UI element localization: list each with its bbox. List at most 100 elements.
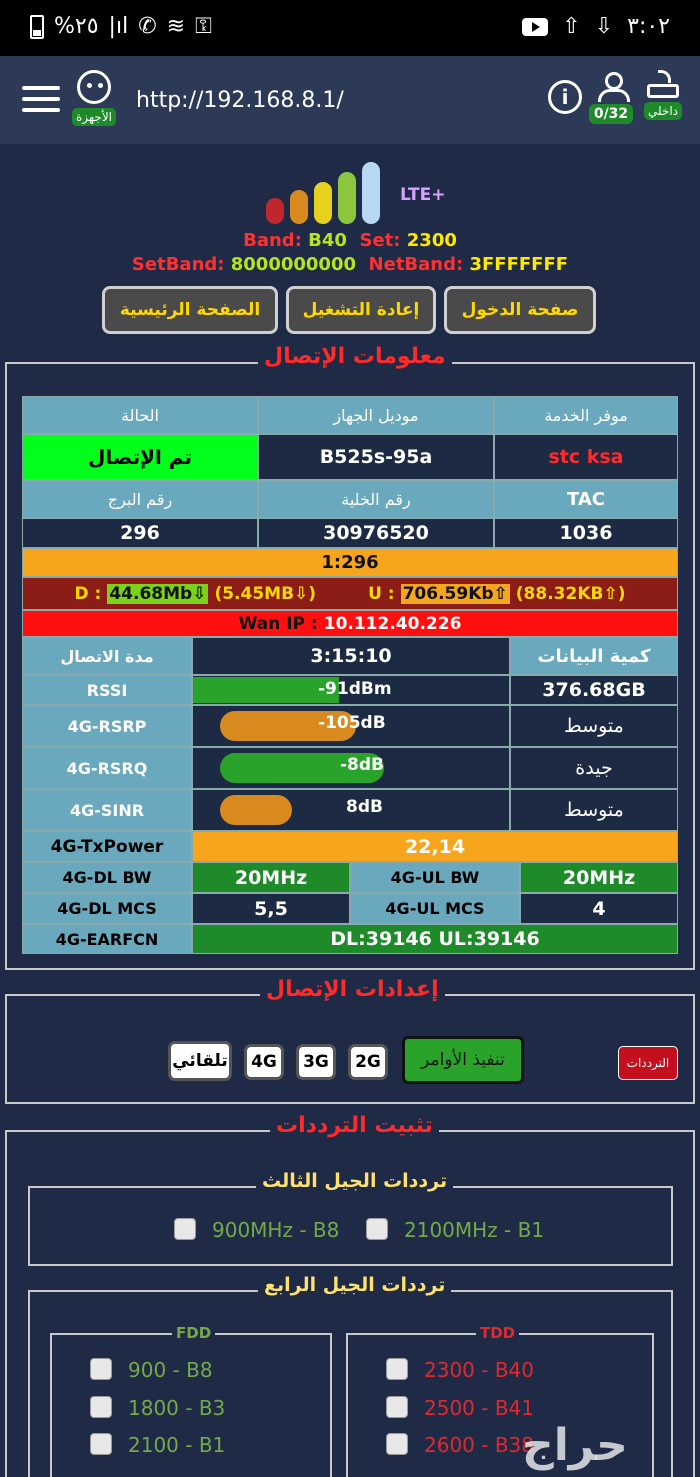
status-bar: %٢٥ |ıl ✆ ≋ ⚿ ⇧ ⇩ ٣:٠٢ bbox=[0, 0, 700, 56]
download-total: (5.45MB⇩) bbox=[214, 583, 317, 604]
wan-label: Wan IP : bbox=[238, 613, 318, 634]
setband-label: SetBand: bbox=[131, 254, 225, 275]
rsrq-label: 4G-RSRQ bbox=[22, 747, 192, 789]
rsrp-value: -105dB bbox=[318, 713, 386, 733]
data-amount-value: 376.68GB bbox=[510, 675, 678, 705]
haraj-watermark: حراج bbox=[522, 1420, 628, 1471]
sinr-bar bbox=[220, 795, 292, 825]
ulbw-value: 20MHz bbox=[520, 862, 678, 893]
login-button[interactable]: صفحة الدخول bbox=[444, 286, 596, 334]
status-header: الحالة bbox=[22, 396, 258, 434]
user-icon bbox=[598, 72, 630, 102]
3g-b1-label: 2100MHz - B1 bbox=[404, 1218, 545, 1242]
tdd-b40-checkbox[interactable] bbox=[386, 1358, 408, 1380]
4g-button[interactable]: 4G bbox=[244, 1044, 284, 1080]
3g-frequencies-panel bbox=[28, 1186, 673, 1266]
rssi-value: -91dBm bbox=[318, 679, 392, 699]
download-icon: ⇩ bbox=[594, 14, 614, 39]
users-count: 0/32 bbox=[588, 104, 634, 124]
tdd-b41-label: 2500 - B41 bbox=[424, 1396, 534, 1420]
3g-frequencies-title: ترددات الجيل الثالث bbox=[256, 1170, 454, 1192]
rsrq-value: -8dB bbox=[340, 755, 385, 775]
upload-rate: 706.59Kb⇧ bbox=[400, 583, 510, 604]
clock: ٣:٠٢ bbox=[627, 14, 670, 39]
fdd-b1-label: 2100 - B1 bbox=[128, 1433, 226, 1457]
cell-header: رقم الخلية bbox=[258, 480, 494, 518]
tac-header: TAC bbox=[494, 480, 678, 518]
duration-value: 3:15:10 bbox=[192, 637, 510, 675]
face-icon bbox=[77, 70, 111, 104]
upload-total: (88.32KB⇧) bbox=[515, 583, 626, 604]
auto-button[interactable]: تلقائي bbox=[168, 1041, 232, 1081]
download-rate: 44.68Mb⇩ bbox=[107, 583, 209, 604]
upload-label: U : bbox=[368, 583, 395, 604]
network-type: LTE+ bbox=[400, 185, 446, 205]
rssi-label: RSSI bbox=[22, 675, 192, 705]
connection-info-title: معلومات الإتصال bbox=[258, 344, 452, 369]
signal-bar-3 bbox=[314, 182, 332, 224]
duration-label: مدة الاتصال bbox=[22, 637, 192, 675]
3g-b8-checkbox[interactable] bbox=[174, 1218, 196, 1240]
netband-value: 3FFFFFFF bbox=[469, 254, 569, 275]
router-icon bbox=[647, 70, 679, 98]
home-button[interactable]: الصفحة الرئيسية bbox=[102, 286, 278, 334]
fdd-b1-checkbox[interactable] bbox=[90, 1433, 112, 1455]
dlmcs-value: 5,5 bbox=[192, 893, 350, 924]
rsrp-quality: متوسط bbox=[510, 705, 678, 747]
dlbw-value: 20MHz bbox=[192, 862, 350, 893]
model-header: موديل الجهاز bbox=[258, 396, 494, 434]
devices-label: الأجهزة bbox=[71, 108, 117, 126]
dlbw-label: 4G-DL BW bbox=[22, 862, 192, 893]
2g-button[interactable]: 2G bbox=[348, 1044, 388, 1080]
fdd-b8-label: 900 - B8 bbox=[128, 1358, 213, 1382]
signal-bar-2 bbox=[290, 190, 308, 224]
fdd-label: FDD bbox=[172, 1324, 216, 1342]
app-header: الأجهزة http://192.168.8.1/ i 0/32 داخلي bbox=[0, 56, 700, 144]
3g-button[interactable]: 3G bbox=[296, 1044, 336, 1080]
url-text: http://192.168.8.1/ bbox=[136, 88, 344, 113]
youtube-icon bbox=[522, 17, 549, 36]
sinr-quality: متوسط bbox=[510, 789, 678, 831]
set-value: 2300 bbox=[406, 230, 457, 251]
band-line: Band: B40 Set: 2300 bbox=[0, 230, 700, 251]
cell-id-line: 1:296 bbox=[22, 548, 678, 577]
tdd-b41-checkbox[interactable] bbox=[386, 1396, 408, 1418]
reboot-button[interactable]: إعادة التشغيل bbox=[286, 286, 436, 334]
wifi-icon: ≋ bbox=[166, 14, 186, 39]
sinr-label: 4G-SINR bbox=[22, 789, 192, 831]
info-icon[interactable]: i bbox=[548, 80, 582, 114]
dlmcs-label: 4G-DL MCS bbox=[22, 893, 192, 924]
connection-settings-title: إعدادات الإتصال bbox=[260, 977, 445, 1002]
signal-bar-4 bbox=[338, 172, 356, 224]
setband-line: SetBand: 8000000000 NetBand: 3FFFFFFF bbox=[0, 254, 700, 275]
earfcn-label: 4G-EARFCN bbox=[22, 924, 192, 954]
tdd-label: TDD bbox=[476, 1324, 520, 1342]
fdd-b8-checkbox[interactable] bbox=[90, 1358, 112, 1380]
battery-icon bbox=[30, 14, 44, 39]
status-value: تم الإتصال bbox=[22, 434, 258, 480]
execute-button[interactable]: تنفيذ الأوامر bbox=[402, 1036, 524, 1084]
signal-icon: |ıl bbox=[108, 14, 129, 39]
rsrq-quality: جيدة bbox=[510, 747, 678, 789]
netband-label: NetBand: bbox=[368, 254, 464, 275]
tac-value: 1036 bbox=[494, 518, 678, 548]
ulmcs-label: 4G-UL MCS bbox=[350, 893, 520, 924]
earfcn-value: DL:39146 UL:39146 bbox=[192, 924, 678, 954]
users-button[interactable]: 0/32 bbox=[586, 72, 636, 124]
menu-icon[interactable] bbox=[22, 86, 60, 112]
txpower-value: 22,14 bbox=[192, 831, 678, 862]
devices-button[interactable]: الأجهزة bbox=[70, 70, 118, 126]
tdd-b38-checkbox[interactable] bbox=[386, 1433, 408, 1455]
set-label: Set: bbox=[359, 230, 401, 251]
upload-icon: ⇧ bbox=[562, 14, 581, 39]
3g-b8-label: 900MHz - B8 bbox=[212, 1218, 340, 1242]
router-button[interactable]: داخلي bbox=[640, 70, 686, 120]
tower-header: رقم البرج bbox=[22, 480, 258, 518]
ulmcs-value: 4 bbox=[520, 893, 678, 924]
fdd-b3-checkbox[interactable] bbox=[90, 1396, 112, 1418]
model-value: B525s-95a bbox=[258, 434, 494, 480]
battery-percent: %٢٥ bbox=[54, 14, 99, 39]
frequencies-button[interactable]: الترددات bbox=[618, 1046, 678, 1080]
3g-b1-checkbox[interactable] bbox=[366, 1218, 388, 1240]
wan-ip-row: Wan IP : 10.112.40.226 bbox=[22, 610, 678, 637]
